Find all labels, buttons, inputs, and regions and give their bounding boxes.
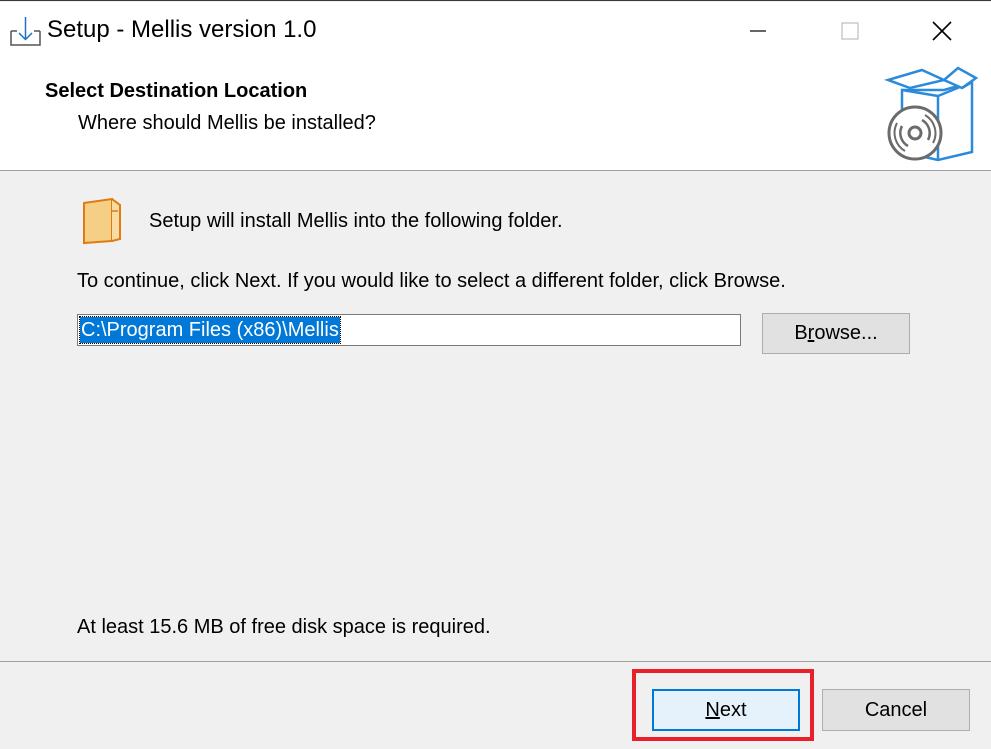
next-label-accelerator: N bbox=[705, 699, 720, 721]
title-bar[interactable]: Setup - Mellis version 1.0 bbox=[0, 2, 991, 58]
next-button[interactable]: Next bbox=[652, 689, 800, 731]
folder-icon bbox=[80, 197, 124, 245]
close-icon bbox=[932, 21, 952, 41]
footer-divider bbox=[0, 661, 991, 662]
disk-space-text: At least 15.6 MB of free disk space is r… bbox=[77, 616, 491, 638]
setup-download-icon bbox=[8, 15, 44, 49]
browse-label-prefix: B bbox=[794, 322, 808, 344]
cancel-label: Cancel bbox=[864, 699, 928, 721]
page-subtitle: Where should Mellis be installed? bbox=[78, 112, 376, 134]
install-intro-text: Setup will install Mellis into the follo… bbox=[149, 210, 563, 232]
minimize-button[interactable] bbox=[712, 3, 804, 59]
destination-path-input[interactable]: C:\Program Files (x86)\Mellis bbox=[77, 314, 741, 346]
next-label-rest: ext bbox=[719, 699, 747, 721]
maximize-button[interactable] bbox=[804, 3, 896, 59]
setup-window: Setup - Mellis version 1.0 Select Destin… bbox=[0, 0, 991, 749]
cancel-button[interactable]: Cancel bbox=[822, 689, 970, 731]
browse-label-suffix: owse... bbox=[814, 322, 878, 344]
maximize-icon bbox=[841, 22, 859, 40]
continue-hint-text: To continue, click Next. If you would li… bbox=[77, 270, 786, 292]
page-title: Select Destination Location bbox=[45, 80, 308, 102]
wizard-header: Select Destination Location Where should… bbox=[0, 58, 991, 171]
close-button[interactable] bbox=[896, 3, 988, 59]
destination-path-value: C:\Program Files (x86)\Mellis bbox=[79, 316, 341, 344]
software-box-cd-icon bbox=[880, 66, 980, 166]
minimize-icon bbox=[750, 30, 766, 32]
window-title: Setup - Mellis version 1.0 bbox=[47, 16, 317, 43]
browse-button[interactable]: Browse... bbox=[762, 313, 910, 354]
